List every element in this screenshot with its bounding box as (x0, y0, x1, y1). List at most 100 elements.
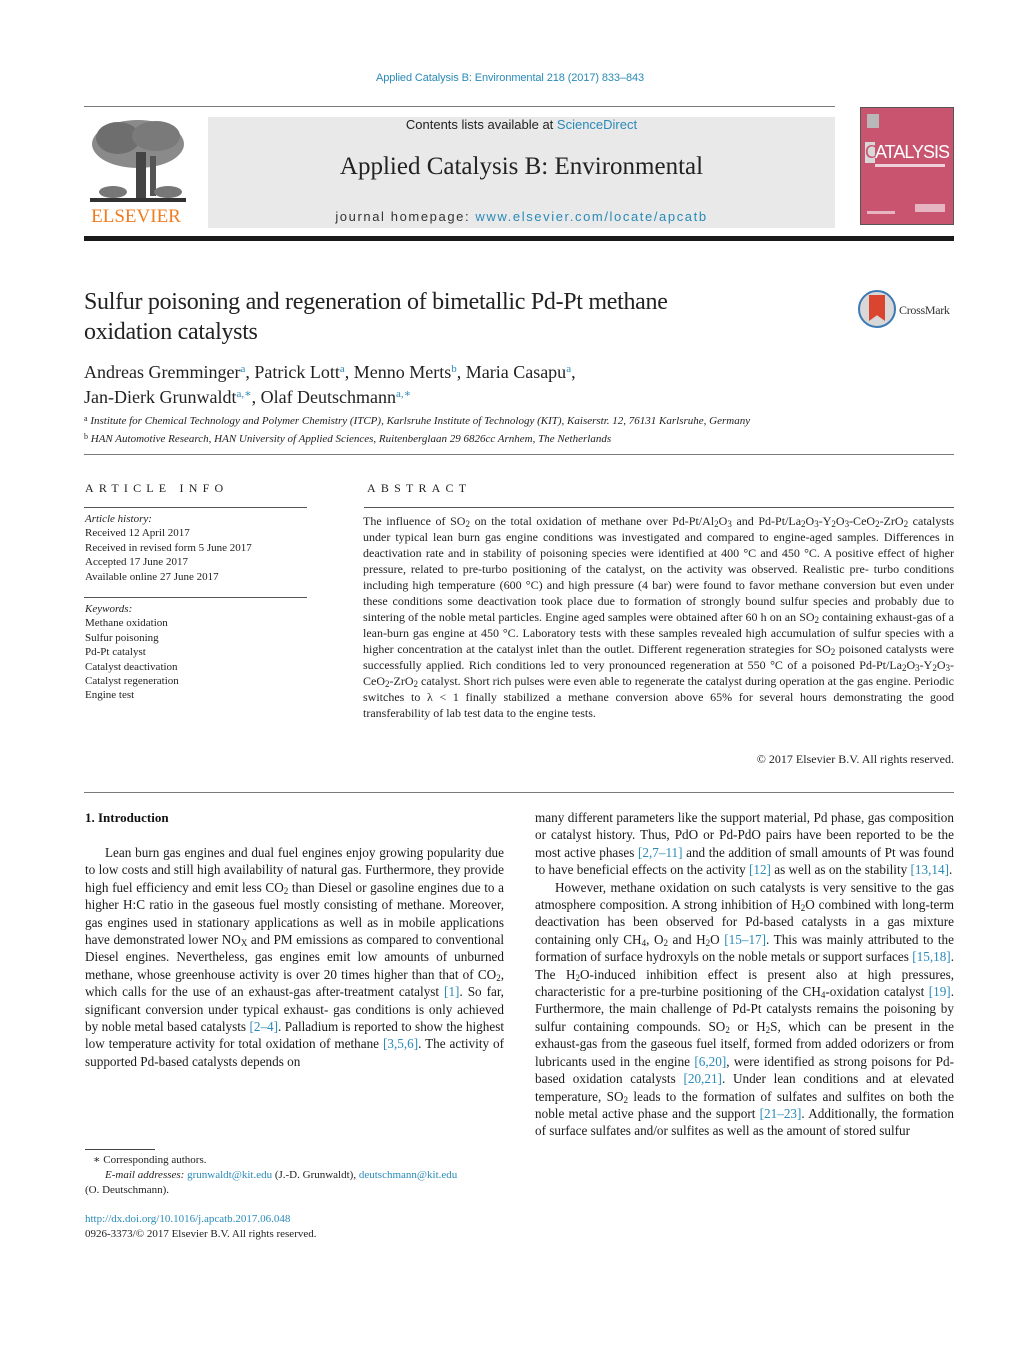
citation-link[interactable]: [3,5,6] (383, 1036, 418, 1051)
cover-emblem-icon (867, 114, 879, 128)
footnote: ∗ Corresponding authors. E-mail addresse… (85, 1153, 515, 1198)
keyword-item: Engine test (85, 689, 135, 702)
author-affiliation-mark[interactable]: a (566, 363, 571, 375)
doi-block: http://dx.doi.org/10.1016/j.apcatb.2017.… (85, 1212, 317, 1242)
subscript: 3 (844, 519, 850, 529)
citation-link[interactable]: [15,18] (912, 949, 950, 964)
subscript: 2 (814, 615, 820, 625)
homepage-link[interactable]: www.elsevier.com/locate/apcatb (475, 209, 707, 224)
keyword-item: Catalyst regeneration (85, 675, 179, 688)
article-history-label: Article history: (85, 513, 152, 525)
header-rule (84, 106, 835, 107)
keyword-item: Pd-Pt catalyst (85, 646, 146, 659)
subscript: 2 (800, 903, 806, 914)
journal-cover-image[interactable]: CATALYSIS (860, 107, 954, 225)
elsevier-wordmark: ELSEVIER (91, 206, 181, 227)
keywords-label: Keywords: (85, 603, 133, 615)
subscript: 3 (945, 663, 951, 673)
abstract-text: The influence of SO2 on the total oxidat… (363, 514, 954, 720)
author-affiliation-mark[interactable]: a,∗ (396, 388, 411, 400)
paragraph: many different parameters like the suppo… (535, 810, 954, 878)
header-thick-rule (84, 236, 954, 241)
subscript: 2 (875, 519, 880, 529)
email-link-deutschmann[interactable]: deutschmann@kit.edu (359, 1169, 457, 1181)
affiliation-a: a Institute for Chemical Technology and … (84, 411, 964, 429)
citation-link[interactable]: [6,20] (694, 1054, 726, 1069)
crossmark-button[interactable]: CrossMark (858, 290, 958, 330)
subscript: 2 (283, 885, 289, 896)
subscript: 2 (623, 1094, 629, 1105)
subscript: 2 (932, 663, 937, 673)
contents-line: Contents lists available at ScienceDirec… (208, 117, 835, 132)
sciencedirect-link[interactable]: ScienceDirect (557, 117, 637, 132)
author-name[interactable]: Menno Merts (354, 362, 452, 382)
keywords-rule (84, 597, 307, 598)
journal-title: Applied Catalysis B: Environmental (339, 153, 704, 180)
subscript: 2 (801, 519, 806, 529)
citation-link[interactable]: [19] (929, 984, 951, 999)
keyword-item: Methane oxidation (85, 617, 168, 630)
author-list: Andreas Gremmingera, Patrick Lotta, Menn… (84, 358, 804, 408)
email-label: E-mail addresses: (105, 1169, 185, 1181)
author-name[interactable]: Jan-Dierk Grunwaldt (84, 387, 236, 407)
subscript: 3 (915, 663, 920, 673)
doi-link[interactable]: http://dx.doi.org/10.1016/j.apcatb.2017.… (85, 1212, 317, 1227)
cover-title-initial: C (864, 142, 878, 163)
citation-link[interactable]: [13,14] (911, 862, 949, 877)
author-name[interactable]: Patrick Lott (254, 362, 339, 382)
citation-link[interactable]: [1] (444, 984, 459, 999)
history-item: Accepted 17 June 2017 (85, 556, 188, 569)
subscript: 2 (901, 663, 907, 673)
elsevier-logo[interactable]: ELSEVIER (84, 116, 204, 228)
abstract-copyright: © 2017 Elsevier B.V. All rights reserved… (756, 752, 954, 766)
journal-reference-link[interactable]: Applied Catalysis B: Environmental 218 (… (0, 72, 1020, 84)
author-affiliation-mark[interactable]: a (340, 363, 345, 375)
subscript: 2 (413, 679, 419, 689)
subscript: 3 (727, 519, 732, 529)
elsevier-tree-icon (88, 116, 188, 208)
abstract-heading: ABSTRACT (367, 481, 472, 495)
article-title-line2: oxidation catalysts (84, 319, 258, 345)
email-line: E-mail addresses: grunwaldt@kit.edu (J.-… (85, 1168, 515, 1183)
citation-link[interactable]: [21–23] (760, 1106, 802, 1121)
introduction-heading: 1. Introduction (85, 810, 169, 825)
author-affiliation-mark[interactable]: a (240, 363, 245, 375)
subscript: 2 (903, 519, 909, 529)
abstract-rule (364, 507, 954, 508)
affiliations: a Institute for Chemical Technology and … (84, 411, 964, 447)
keywords: Keywords: Methane oxidation Sulfur poiso… (85, 602, 307, 703)
subscript: 2 (385, 679, 390, 689)
citation-link[interactable]: [2,7–11] (638, 845, 683, 860)
article-title: Sulfur poisoning and regeneration of bim… (84, 287, 804, 347)
subscript: X (240, 938, 248, 949)
author-name[interactable]: Olaf Deutschmann (261, 387, 396, 407)
paragraph: However, methane oxidation on such catal… (535, 879, 955, 1139)
body-rule (84, 792, 954, 793)
affiliation-key: a (84, 414, 88, 423)
citation-link[interactable]: [2–4] (249, 1019, 278, 1034)
homepage-prefix: journal homepage: (335, 209, 476, 224)
cover-title-text: ATALYSIS (874, 142, 950, 162)
intro-column-left: Lean burn gas engines and dual fuel engi… (85, 844, 504, 1070)
author-line-1: Andreas Gremmingera, Patrick Lotta, Menn… (84, 362, 576, 382)
cover-title: CATALYSIS (861, 142, 953, 163)
author-affiliation-mark[interactable]: a,∗ (236, 388, 251, 400)
keyword-item: Catalyst deactivation (85, 660, 178, 673)
author-name[interactable]: Andreas Gremminger (84, 362, 240, 382)
subscript: 2 (831, 519, 836, 529)
footnote-rule (85, 1149, 155, 1150)
subscript: 2 (663, 937, 668, 948)
citation-link[interactable]: [12] (749, 862, 771, 877)
author-affiliation-mark[interactable]: b (451, 363, 457, 375)
subscript: 2 (830, 647, 836, 657)
email-link-grunwaldt[interactable]: grunwaldt@kit.edu (187, 1169, 272, 1181)
author-name[interactable]: Maria Casapu (466, 362, 566, 382)
article-history: Article history: Received 12 April 2017 … (85, 512, 307, 584)
citation-link[interactable]: [20,21] (683, 1071, 721, 1086)
citation-link[interactable]: [15–17] (724, 932, 766, 947)
crossmark-label: CrossMark (899, 303, 950, 317)
history-item: Available online 27 June 2017 (85, 570, 219, 583)
subscript: 2 (765, 1024, 771, 1035)
subscript: 2 (705, 937, 711, 948)
homepage-line: journal homepage: www.elsevier.com/locat… (208, 209, 835, 224)
